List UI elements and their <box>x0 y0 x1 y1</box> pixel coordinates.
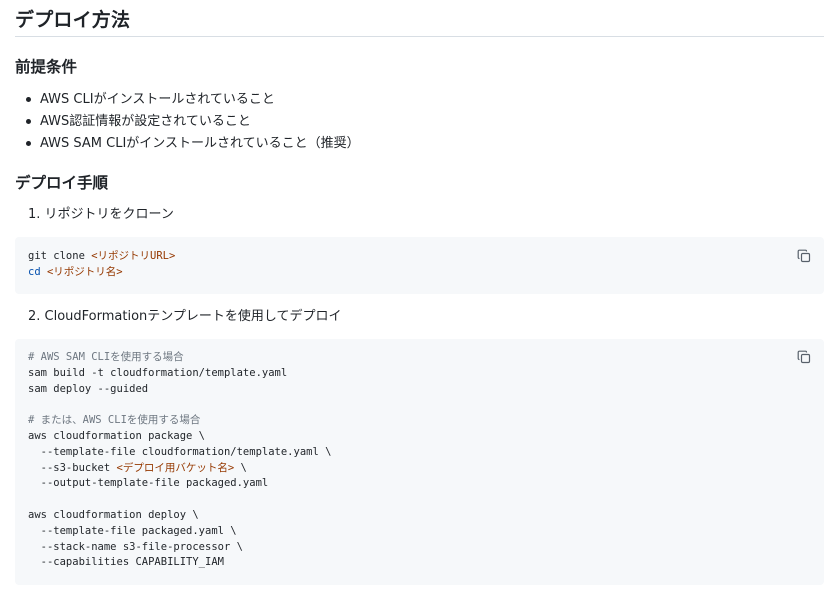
code-line: git clone <リポジトリURL> <box>28 249 175 265</box>
code-text: # AWS SAM CLIを使用する場合 sam build -t cloudfo… <box>28 350 331 571</box>
code-token: git clone <box>28 250 92 262</box>
list-item: AWS SAM CLIがインストールされていること（推奨） <box>26 133 360 155</box>
copy-button[interactable] <box>796 248 812 264</box>
code-line: cd <リポジトリ名> <box>28 265 175 281</box>
copy-button[interactable] <box>796 349 812 365</box>
bullet-icon <box>26 119 31 124</box>
code-text: git clone <リポジトリURL> cd <リポジトリ名> <box>28 249 175 281</box>
list-item-text: AWS SAM CLIがインストールされていること（推奨） <box>40 136 360 151</box>
code-line: aws cloudformation package \ <box>28 429 206 442</box>
list-item: AWS認証情報が設定されていること <box>26 111 360 133</box>
code-token: --s3-bucket <box>28 461 117 474</box>
code-line: --stack-name s3-file-processor \ <box>28 540 243 553</box>
list-item-text: AWS認証情報が設定されていること <box>40 114 251 129</box>
page-title: デプロイ方法 <box>15 9 131 31</box>
deploy-steps-heading: デプロイ手順 <box>15 174 109 192</box>
code-line: sam build -t cloudformation/template.yam… <box>28 366 288 379</box>
copy-icon <box>797 350 811 364</box>
code-line: --capabilities CAPABILITY_IAM <box>28 556 224 569</box>
step-2-label: 2. CloudFormationテンプレートを使用してデプロイ <box>28 309 342 324</box>
markdown-document: デプロイ方法 前提条件 AWS CLIがインストールされていること AWS認証情… <box>0 0 837 600</box>
code-line: sam deploy --guided <box>28 382 149 395</box>
code-line: --template-file packaged.yaml \ <box>28 524 237 537</box>
prerequisites-heading: 前提条件 <box>15 58 78 76</box>
code-placeholder: <リポジトリURL> <box>91 250 176 262</box>
list-item: AWS CLIがインストールされていること <box>26 89 360 111</box>
prerequisites-list: AWS CLIがインストールされていること AWS認証情報が設定されていること … <box>26 89 360 155</box>
code-comment: # AWS SAM CLIを使用する場合 <box>28 351 184 363</box>
code-token: \ <box>234 461 247 474</box>
code-line: --template-file cloudformation/template.… <box>28 445 332 458</box>
code-comment: # または、AWS CLIを使用する場合 <box>28 414 201 427</box>
list-item-text: AWS CLIがインストールされていること <box>40 92 275 107</box>
bullet-icon <box>26 141 31 146</box>
code-placeholder: <リポジトリ名> <box>46 265 123 278</box>
code-block-deploy: # AWS SAM CLIを使用する場合 sam build -t cloudfo… <box>15 339 824 585</box>
bullet-icon <box>26 97 31 102</box>
code-keyword: cd <box>28 265 41 278</box>
code-placeholder: <デプロイ用バケット名> <box>116 461 235 474</box>
title-divider <box>15 36 824 37</box>
code-line: --output-template-file packaged.yaml <box>28 477 269 490</box>
code-line: --s3-bucket <デプロイ用バケット名> \ <box>28 461 331 477</box>
step-1-label: 1. リポジトリをクローン <box>28 207 174 222</box>
code-line: aws cloudformation deploy \ <box>28 508 199 521</box>
code-block-clone: git clone <リポジトリURL> cd <リポジトリ名> <box>15 237 824 294</box>
copy-icon <box>797 249 811 263</box>
